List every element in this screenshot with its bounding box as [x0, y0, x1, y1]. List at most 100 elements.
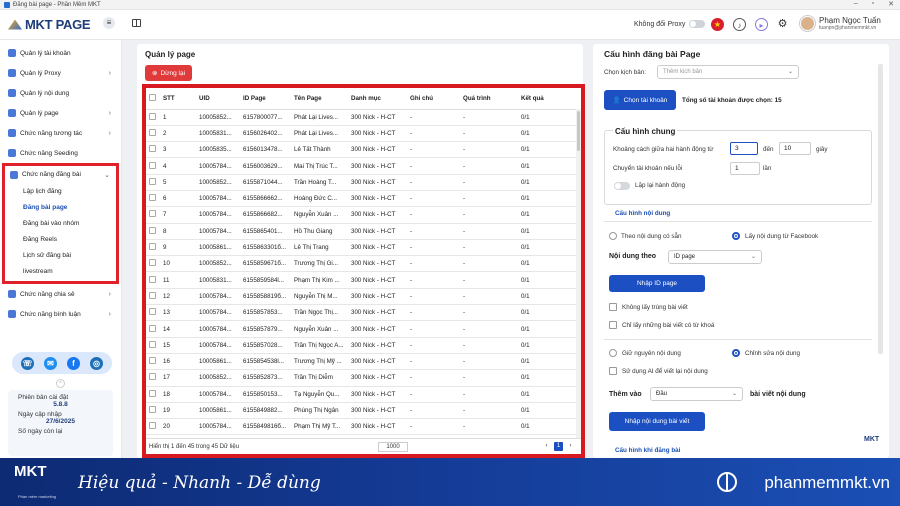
prev-page-icon[interactable]: ‹: [542, 442, 551, 451]
row-checkbox[interactable]: [149, 389, 156, 397]
row-checkbox-cell[interactable]: [146, 369, 160, 387]
radio-facebook-content[interactable]: [732, 232, 740, 240]
table-row[interactable]: 2 10005831... 6156026402... Phát Lại Lives.…: [146, 125, 581, 143]
row-checkbox[interactable]: [149, 128, 156, 136]
table-row[interactable]: 16 10005861... 6155854538l... Trương Thị Mỹ…: [146, 353, 581, 371]
sidebar-subitem-livestream[interactable]: livestream: [5, 263, 116, 279]
row-checkbox[interactable]: [149, 210, 156, 218]
row-checkbox[interactable]: [149, 308, 156, 316]
row-checkbox-cell[interactable]: [146, 418, 160, 436]
switch-account-input[interactable]: 1: [730, 162, 760, 175]
row-checkbox-cell[interactable]: [146, 304, 160, 322]
table-row[interactable]: 4 10005784... 6156003629... Mai Thị Trúc T.…: [146, 157, 581, 175]
column-header[interactable]: Quá trình: [460, 88, 518, 110]
table-row[interactable]: 1 10005852... 6157800077... Phát Lại Lives.…: [146, 109, 581, 126]
row-checkbox[interactable]: [149, 194, 156, 202]
row-checkbox-cell[interactable]: [146, 206, 160, 224]
sidebar-item-share[interactable]: Chức năng chia sẻ ›: [0, 284, 121, 304]
row-checkbox[interactable]: [149, 161, 156, 169]
page-size-select[interactable]: 1000: [378, 442, 408, 452]
row-checkbox-cell[interactable]: [146, 141, 160, 159]
row-checkbox-cell[interactable]: [146, 239, 160, 257]
app-logo[interactable]: MKT PAGE: [8, 17, 91, 32]
facebook-icon[interactable]: f: [67, 356, 80, 370]
row-checkbox-cell[interactable]: [146, 353, 160, 371]
column-header[interactable]: Tên Page: [291, 88, 348, 110]
import-id-page-button[interactable]: Nhập ID page: [609, 275, 705, 292]
table-row[interactable]: 7 10005784... 6155866682... Nguyễn Xuân ...…: [146, 206, 581, 224]
proxy-toggle[interactable]: [689, 20, 706, 28]
row-checkbox-cell[interactable]: [146, 386, 160, 403]
sidebar-subitem-history[interactable]: Lịch sử đăng bài: [5, 247, 116, 263]
stop-button[interactable]: ⊗ Dừng lại: [145, 65, 193, 81]
vietnam-flag-icon[interactable]: ★: [711, 18, 724, 31]
maximize-icon[interactable]: ▫: [872, 0, 874, 8]
globe-icon[interactable]: ◎: [90, 356, 103, 370]
column-header[interactable]: Ghi chú: [407, 88, 460, 110]
row-checkbox-cell[interactable]: [146, 174, 160, 191]
row-checkbox[interactable]: [149, 226, 156, 234]
row-checkbox[interactable]: [149, 275, 156, 283]
row-checkbox[interactable]: [149, 422, 156, 430]
sidebar-item-accounts[interactable]: Quản lý tài khoản: [0, 43, 121, 63]
row-checkbox-cell[interactable]: [146, 190, 160, 208]
row-checkbox-cell[interactable]: [146, 255, 160, 273]
close-icon[interactable]: ✕: [888, 0, 894, 8]
table-row[interactable]: 6 10005784... 6155866662... Hoàng Đức C... 3…: [146, 190, 581, 208]
table-row[interactable]: 20 10005784... 6155849816б... Phạm Thị Mỹ T…: [146, 418, 581, 436]
keyword-only-checkbox[interactable]: [609, 321, 617, 329]
row-checkbox[interactable]: [149, 357, 156, 365]
interval-to-input[interactable]: 10: [779, 142, 811, 155]
table-row[interactable]: 13 10005784... 6155857853... Trần Ngọc Thị.…: [146, 304, 581, 322]
table-scrollbar[interactable]: [576, 109, 581, 439]
row-checkbox-cell[interactable]: [146, 109, 160, 126]
sidebar-item-proxy[interactable]: Quản lý Proxy ›: [0, 63, 121, 83]
scenario-select[interactable]: Thêm kịch bản ⌄: [657, 65, 799, 79]
table-row[interactable]: 11 10005831... 6155859584l... Phạm Thị Kim …: [146, 271, 581, 289]
row-checkbox[interactable]: [149, 177, 156, 185]
radio-edit-content[interactable]: [732, 349, 740, 357]
table-row[interactable]: 12 10005784... 6155858819б... Nguyễn Thị M.…: [146, 288, 581, 306]
right-panel-scrollbar[interactable]: [878, 64, 883, 354]
row-checkbox-cell[interactable]: [146, 320, 160, 338]
messenger-icon[interactable]: ✉: [44, 356, 57, 370]
row-checkbox-cell[interactable]: [146, 271, 160, 289]
play-icon[interactable]: ▸: [755, 18, 768, 31]
sidebar-item-page[interactable]: Quản lý page ›: [0, 103, 121, 123]
support-icon[interactable]: ☏: [21, 356, 34, 370]
table-row[interactable]: 9 10005861... 6155863301б... Lê Thị Trang 30…: [146, 239, 581, 257]
sidebar-subitem-post-group[interactable]: Đăng bài vào nhóm: [5, 215, 116, 231]
repeat-toggle[interactable]: [614, 182, 630, 190]
gear-icon[interactable]: ⚙: [776, 18, 789, 31]
minimize-icon[interactable]: –: [854, 0, 858, 8]
add-to-select[interactable]: Đầu ⌄: [650, 387, 743, 401]
sidebar-item-seeding[interactable]: Chức năng Seeding: [0, 143, 121, 163]
sidebar-subitem-reels[interactable]: Đăng Reels: [5, 231, 116, 247]
sidebar-item-content[interactable]: Quản lý nội dung: [0, 83, 121, 103]
sidebar-subitem-schedule[interactable]: Lập lịch đăng: [5, 183, 116, 199]
column-header[interactable]: UID: [196, 88, 240, 110]
import-content-button[interactable]: Nhập nội dung bài viết: [609, 412, 705, 431]
row-checkbox-cell[interactable]: [146, 402, 160, 420]
table-row[interactable]: 15 10005784... 6155857028... Trần Thị Ngọc …: [146, 337, 581, 354]
interval-from-input[interactable]: 3: [730, 142, 758, 155]
table-row[interactable]: 8 10005784... 6155865401... Hồ Thu Giang 300…: [146, 223, 581, 240]
no-duplicate-checkbox[interactable]: [609, 303, 617, 311]
table-row[interactable]: 14 10005784... 6155857879... Nguyễn Xuân ..…: [146, 320, 581, 338]
table-row[interactable]: 17 10005852... 6155852873... Trần Thị Diễm 3…: [146, 369, 581, 387]
page-number[interactable]: 1: [554, 442, 563, 451]
row-checkbox[interactable]: [149, 259, 156, 267]
table-row[interactable]: 19 10005861... 6155849882... Phùng Thị Ngân…: [146, 402, 581, 420]
sidebar-item-interaction[interactable]: Chức năng tương tác ›: [0, 123, 121, 143]
row-checkbox[interactable]: [149, 112, 156, 120]
radio-available-content[interactable]: [609, 232, 617, 240]
table-row[interactable]: 5 10005852... 6155871044... Trần Hoàng T...…: [146, 174, 581, 191]
column-header[interactable]: Kết quả: [518, 88, 581, 110]
table-row[interactable]: 3 10005835... 6156013478... Lê Tất Thành 300…: [146, 141, 581, 159]
choose-account-button[interactable]: 👤 Chọn tài khoản: [604, 90, 676, 110]
collapse-icon[interactable]: ⌃: [56, 379, 65, 388]
table-row[interactable]: 18 10005784... 6155850153... Tạ Nguyễn Qu..…: [146, 386, 581, 403]
content-by-select[interactable]: ID page ⌄: [668, 250, 762, 264]
row-checkbox[interactable]: [149, 373, 156, 381]
ai-rewrite-checkbox[interactable]: [609, 367, 617, 375]
